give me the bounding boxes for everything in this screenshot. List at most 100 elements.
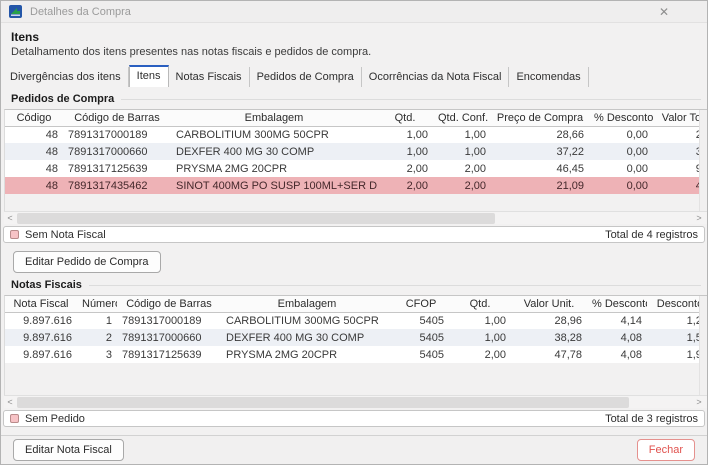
section-title: Pedidos de Compra <box>11 93 115 105</box>
page-subtitle: Detalhamento dos itens presentes nas not… <box>11 46 372 58</box>
cell: 5405 <box>393 329 449 346</box>
cell: 5405 <box>393 312 449 329</box>
column-header-nota-fiscal[interactable]: Nota Fiscal <box>5 296 77 313</box>
close-icon[interactable]: ✕ <box>659 5 669 19</box>
cell: CARBOLITIUM 300MG 50CPR <box>221 312 393 329</box>
cell: PRYSMA 2MG 20CPR <box>221 346 393 363</box>
scrollbar-thumb[interactable] <box>17 397 629 408</box>
column-header-codigo-de-barras[interactable]: Código de Barras <box>63 110 171 127</box>
sem-nota-fiscal-swatch <box>10 230 19 239</box>
cell: 9.897.616 <box>5 329 77 346</box>
cell: 48 <box>5 160 63 177</box>
cell: 0,00 <box>589 143 653 160</box>
notas-horizontal-scrollbar[interactable]: < > <box>4 395 707 408</box>
cell: 7891317125639 <box>117 346 221 363</box>
cell: CARBOLITIUM 300MG 50CPR <box>171 126 377 143</box>
cell: 2 <box>77 329 117 346</box>
column-header-desconto[interactable]: Desconto <box>647 296 707 313</box>
notas-fiscais-table: Nota FiscalNúmeroCódigo de BarrasEmbalag… <box>4 295 707 395</box>
column-header-desconto[interactable]: % Desconto <box>587 296 647 313</box>
notas-status-bar: Sem Pedido Total de 3 registros <box>3 410 705 427</box>
cell: 2,00 <box>433 177 491 194</box>
cell: 21,09 <box>491 177 589 194</box>
column-header-codigo-de-barras[interactable]: Código de Barras <box>117 296 221 313</box>
table-row[interactable]: 48 7891317000660 DEXFER 400 MG 30 COMP 1,00… <box>5 143 707 160</box>
tab-notas-fiscais[interactable]: Notas Fiscais <box>169 67 250 87</box>
section-divider <box>88 284 701 286</box>
scroll-left-icon[interactable]: < <box>4 396 16 409</box>
table-row[interactable]: 48 7891317125639 PRYSMA 2MG 20CPR 2,00 2,00 4… <box>5 160 707 177</box>
scroll-right-icon[interactable]: > <box>693 212 705 225</box>
scroll-right-icon[interactable]: > <box>693 396 705 409</box>
tab-bar: Divergências dos itens Itens Notas Fiscais… <box>3 65 707 87</box>
cell: 1,00 <box>449 312 511 329</box>
column-header-qtd[interactable]: Qtd. <box>449 296 511 313</box>
cell: 28,66 <box>491 126 589 143</box>
scroll-left-icon[interactable]: < <box>4 212 16 225</box>
cell: 2,00 <box>377 177 433 194</box>
cell: 0,00 <box>589 126 653 143</box>
cell: 1 <box>77 312 117 329</box>
tab-ocorrencias-da-nota-fiscal[interactable]: Ocorrências da Nota Fiscal <box>362 67 510 87</box>
column-header-embalagem[interactable]: Embalagem <box>221 296 393 313</box>
tab-pedidos-de-compra[interactable]: Pedidos de Compra <box>250 67 362 87</box>
cell: 4,08 <box>587 329 647 346</box>
page-header: Itens Detalhamento dos itens presentes n… <box>1 23 707 59</box>
cell: 1,00 <box>449 329 511 346</box>
cell: 1,95 <box>647 346 707 363</box>
vertical-scrollbar[interactable] <box>699 296 707 395</box>
table-row[interactable]: 9.897.616 1 7891317000189 CARBOLITIUM 300MG… <box>5 312 707 329</box>
close-dialog-button[interactable]: Fechar <box>636 439 695 461</box>
column-header-cfop[interactable]: CFOP <box>393 296 449 313</box>
table-row[interactable]: 48 7891317000189 CARBOLITIUM 300MG 50CPR 1,… <box>5 126 707 143</box>
column-header-embalagem[interactable]: Embalagem <box>171 110 377 127</box>
cell: 1,20 <box>647 312 707 329</box>
column-header-preco-de-compra[interactable]: Preço de Compra <box>491 110 589 127</box>
cell: 4,14 <box>587 312 647 329</box>
cell: 7891317000189 <box>117 312 221 329</box>
section-title: Notas Fiscais <box>11 279 82 291</box>
table-row[interactable]: 9.897.616 2 7891317000660 DEXFER 400 MG 30 … <box>5 329 707 346</box>
pedidos-horizontal-scrollbar[interactable]: < > <box>4 211 707 224</box>
cell: 1,00 <box>433 126 491 143</box>
cell: 7891317000660 <box>63 143 171 160</box>
column-header-numero[interactable]: Número <box>77 296 117 313</box>
cell: SINOT 400MG PO SUSP 100ML+SER DOS <box>171 177 377 194</box>
cell: 2,00 <box>433 160 491 177</box>
edit-pedido-button[interactable]: Editar Pedido de Compra <box>13 251 161 273</box>
cell: 38,28 <box>511 329 587 346</box>
column-header-codigo[interactable]: Código <box>5 110 63 127</box>
table-row[interactable]: 9.897.616 3 7891317125639 PRYSMA 2MG 20CPR 5… <box>5 346 707 363</box>
notas-total: Total de 3 registros <box>605 412 698 425</box>
cell: 7891317125639 <box>63 160 171 177</box>
vertical-scrollbar[interactable] <box>699 110 707 211</box>
cell: 4,08 <box>587 346 647 363</box>
cell: 1,00 <box>377 143 433 160</box>
column-header-valor-unit[interactable]: Valor Unit. <box>511 296 587 313</box>
cell: 1,00 <box>433 143 491 160</box>
section-notas-fiscais: Notas Fiscais <box>1 279 707 291</box>
notas-legend-label: Sem Pedido <box>25 412 85 425</box>
table-row[interactable]: 48 7891317435462 SINOT 400MG PO SUSP 100ML… <box>5 177 707 194</box>
cell: 1,56 <box>647 329 707 346</box>
cell: 0,00 <box>589 177 653 194</box>
tab-itens[interactable]: Itens <box>128 65 169 87</box>
column-header-qtd-conf[interactable]: Qtd. Conf. <box>433 110 491 127</box>
tab-divergencias-dos-itens[interactable]: Divergências dos itens <box>3 67 129 87</box>
cell: 7891317000189 <box>63 126 171 143</box>
section-pedidos-de-compra: Pedidos de Compra <box>1 93 707 105</box>
pedidos-total: Total de 4 registros <box>605 228 698 241</box>
column-header-desconto[interactable]: % Desconto <box>589 110 653 127</box>
pedidos-actions: Editar Pedido de Compra <box>13 251 707 273</box>
cell: 9.897.616 <box>5 346 77 363</box>
scrollbar-thumb[interactable] <box>17 213 495 224</box>
tab-encomendas[interactable]: Encomendas <box>509 67 589 87</box>
cell: 0,00 <box>589 160 653 177</box>
cell: 48 <box>5 177 63 194</box>
cell: 7891317000660 <box>117 329 221 346</box>
cell: 46,45 <box>491 160 589 177</box>
window-title: Detalhes da Compra <box>30 5 131 18</box>
edit-nota-fiscal-button[interactable]: Editar Nota Fiscal <box>13 439 124 461</box>
column-header-qtd[interactable]: Qtd. <box>377 110 433 127</box>
cell: 5405 <box>393 346 449 363</box>
